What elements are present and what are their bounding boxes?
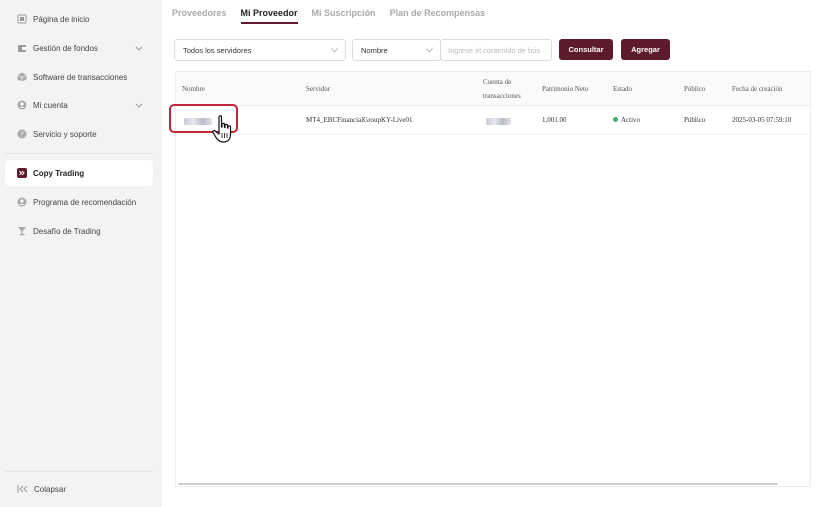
row-status-label: Activo — [621, 116, 641, 124]
help-icon: ? — [17, 129, 27, 139]
chevron-down-icon — [331, 48, 338, 53]
header-equity: Patrimonio Neto — [542, 85, 589, 93]
sidebar-item-label: Desafío de Trading — [33, 226, 101, 236]
sidebar-item-label: Gestión de fondos — [33, 43, 98, 53]
sidebar-item-label: Servicio y soporte — [33, 129, 97, 139]
referral-icon — [17, 197, 27, 207]
header-server: Servidor — [306, 85, 331, 93]
sidebar-item-label: Página de inicio — [33, 14, 90, 24]
sidebar-item-home[interactable]: Página de inicio — [5, 6, 153, 32]
row-status: Activo — [613, 116, 640, 124]
server-select-value: Todos los servidores — [183, 45, 252, 55]
tab-providers[interactable]: Proveedores — [172, 0, 227, 24]
status-active-dot — [613, 117, 618, 122]
tab-my-subscription[interactable]: Mi Suscripción — [312, 0, 376, 24]
sidebar-item-support[interactable]: ? Servicio y soporte — [5, 121, 153, 147]
row-created: 2025-03-05 07:59:10 — [732, 116, 792, 124]
chevron-down-icon — [135, 46, 143, 51]
header-status: Estado — [613, 85, 633, 93]
collapse-button[interactable]: Colapsar — [17, 484, 66, 494]
collapse-icon — [17, 484, 29, 494]
sidebar-item-label: Software de transacciones — [33, 72, 128, 82]
collapse-label: Colapsar — [34, 484, 67, 494]
sidebar-divider — [5, 153, 153, 154]
header-name: Nombre — [182, 85, 205, 93]
sidebar-item-software[interactable]: Software de transacciones — [5, 64, 153, 90]
tab-bar: Proveedores Mi Proveedor Mi Suscripción … — [172, 0, 499, 26]
field-select[interactable]: Nombre — [352, 39, 441, 61]
header-account-line2: transacciones — [483, 92, 521, 100]
sidebar-item-funds[interactable]: Gestión de fondos — [5, 35, 153, 61]
header-extra: C — [810, 83, 811, 95]
trophy-icon — [17, 226, 27, 236]
table-row[interactable]: MT4_EBCFinancialGroupKY-Live01 1,001.00 … — [176, 107, 810, 135]
sidebar-item-referral[interactable]: Programa de recomendación — [5, 189, 153, 215]
header-public: Público — [684, 85, 706, 93]
sidebar-item-label: Mi cuenta — [33, 100, 68, 110]
filter-bar: Todos los servidores Nombre Consultar Ag… — [174, 39, 670, 61]
svg-text:?: ? — [20, 131, 24, 139]
main-content: Proveedores Mi Proveedor Mi Suscripción … — [162, 0, 824, 507]
sidebar-item-label: Copy Trading — [33, 168, 85, 178]
field-select-value: Nombre — [361, 45, 388, 55]
providers-table: Nombre Servidor Cuenta de transacciones … — [175, 71, 811, 487]
row-server: MT4_EBCFinancialGroupKY-Live01 — [306, 116, 413, 124]
sidebar-item-account[interactable]: Mi cuenta — [5, 92, 153, 118]
add-button[interactable]: Agregar — [621, 39, 670, 60]
hand-pointer-icon — [212, 115, 232, 143]
row-equity: 1,001.00 — [542, 116, 567, 124]
search-input[interactable] — [440, 39, 552, 61]
sidebar: Página de inicio Gestión de fondos Softw… — [0, 0, 162, 507]
copy-trading-icon — [17, 168, 27, 178]
row-public: Público — [684, 116, 706, 124]
table-header: Nombre Servidor Cuenta de transacciones … — [176, 72, 811, 106]
header-created: Fecha de creación — [732, 85, 783, 93]
sidebar-item-label: Programa de recomendación — [33, 197, 137, 207]
sidebar-item-copy-trading[interactable]: Copy Trading — [5, 160, 153, 186]
header-account-line1: Cuenta de — [483, 78, 512, 86]
sidebar-divider — [5, 471, 153, 472]
user-icon — [17, 100, 27, 110]
sidebar-item-challenge[interactable]: Desafío de Trading — [5, 218, 153, 244]
wallet-icon — [17, 43, 27, 53]
tab-rewards-plan[interactable]: Plan de Recompensas — [390, 0, 486, 24]
chevron-down-icon — [426, 48, 433, 53]
tab-my-provider[interactable]: Mi Proveedor — [240, 0, 298, 24]
account-number-redacted — [486, 118, 511, 125]
query-button[interactable]: Consultar — [559, 39, 613, 60]
server-select[interactable]: Todos los servidores — [174, 39, 346, 61]
chevron-down-icon — [135, 103, 143, 108]
horizontal-scrollbar[interactable] — [178, 483, 778, 485]
cube-icon — [17, 72, 27, 82]
home-icon — [17, 14, 27, 24]
